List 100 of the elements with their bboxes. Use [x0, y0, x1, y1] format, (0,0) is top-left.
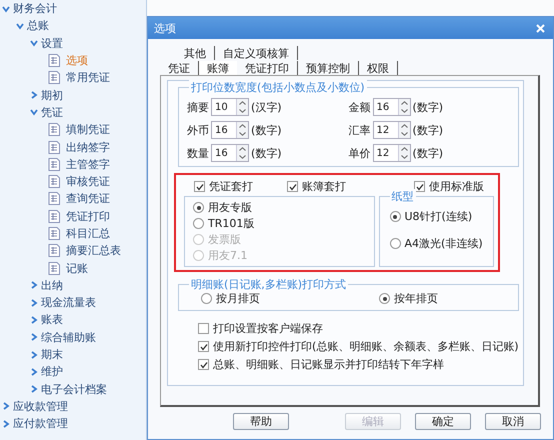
chevron-right-icon[interactable] — [2, 402, 10, 410]
tree-item[interactable]: 记账 — [66, 260, 88, 276]
radio-button[interactable] — [379, 293, 390, 304]
radio-label: U8针打(连续) — [404, 209, 472, 224]
radio-label: TR101版 — [208, 216, 254, 231]
chevron-right-icon[interactable] — [30, 298, 38, 307]
tree-item[interactable]: 维护 — [41, 364, 63, 380]
tree-item[interactable]: 常用凭证 — [66, 70, 110, 86]
chevron-right-icon[interactable] — [30, 385, 38, 394]
spin-up-button[interactable] — [398, 122, 410, 130]
dialog-button[interactable]: 帮助 — [233, 413, 289, 430]
tree-item[interactable]: 应收款管理 — [13, 398, 68, 414]
document-icon — [48, 244, 60, 258]
spin-up-button[interactable] — [236, 145, 248, 153]
checkbox[interactable] — [414, 181, 425, 192]
spin-field[interactable]: 12 — [372, 144, 410, 162]
chevron-right-icon[interactable] — [30, 368, 38, 376]
tab[interactable]: 预算控制 — [298, 61, 359, 75]
tree-item[interactable]: 期末 — [41, 347, 63, 362]
chevron-down-icon[interactable] — [30, 108, 38, 116]
document-icon — [48, 175, 60, 188]
dialog-button[interactable]: 取消 — [485, 413, 541, 430]
spin-down-button[interactable] — [398, 130, 410, 138]
tree-item[interactable]: 主管签字 — [66, 156, 110, 172]
tree-item[interactable]: 财务会计 — [13, 1, 57, 16]
chevron-right-icon[interactable] — [30, 281, 38, 290]
spin-down-button[interactable] — [398, 153, 410, 161]
spin-up-button[interactable] — [236, 99, 248, 107]
tree-item[interactable]: 凭证打印 — [66, 208, 110, 224]
tree-item[interactable]: 出纳签字 — [66, 140, 110, 155]
field-label: 汇率 — [348, 122, 370, 138]
tab[interactable]: 权限 — [359, 61, 398, 75]
checkbox-label: 凭证套打 — [209, 179, 253, 194]
tree-item[interactable]: 电子会计档案 — [41, 382, 107, 397]
radio-button[interactable] — [201, 293, 212, 304]
spin-down-button[interactable] — [398, 107, 410, 115]
spin-down-button[interactable] — [236, 130, 248, 138]
unit-label: (汉字) — [251, 100, 282, 114]
tree-item[interactable]: 现金流量表 — [41, 295, 96, 310]
group-title: 纸型 — [390, 189, 416, 204]
checkbox[interactable] — [198, 359, 209, 370]
checkbox-label: 使用标准版 — [429, 179, 484, 194]
tree-item[interactable]: 设置 — [41, 36, 63, 51]
radio-label: A4激光(非连续) — [404, 236, 483, 251]
tree-item[interactable]: 账表 — [41, 312, 63, 328]
tree-item[interactable]: 出纳 — [41, 278, 63, 293]
group-title: 打印位数宽度(包括小数点及小数位) — [189, 80, 367, 95]
checkbox-label: 总账、明细账、日记账显示并打印结转下年字样 — [213, 357, 444, 372]
checkbox[interactable] — [198, 323, 209, 334]
tree-item[interactable]: 摘要汇总表 — [66, 243, 121, 258]
spin-up-button[interactable] — [236, 122, 248, 130]
chevron-down-icon[interactable] — [16, 22, 24, 30]
tree-item[interactable]: 凭证 — [41, 104, 63, 120]
tree-item[interactable]: 填制凭证 — [66, 122, 110, 138]
tree-item[interactable]: 综合辅助账 — [41, 330, 96, 345]
chevron-right-icon[interactable] — [2, 420, 10, 428]
spin-field[interactable]: 16 — [211, 144, 249, 162]
unit-label: (数字) — [251, 146, 282, 160]
checkbox[interactable] — [198, 341, 209, 352]
radio-button[interactable] — [193, 202, 204, 213]
spin-up-button[interactable] — [398, 99, 410, 107]
chevron-right-icon[interactable] — [30, 333, 38, 342]
radio-label: 用友专版 — [208, 200, 252, 215]
field-label: 数量 — [187, 146, 209, 160]
checkbox[interactable] — [194, 181, 205, 192]
tree-item[interactable]: 科目汇总 — [66, 226, 110, 241]
spin-field[interactable]: 10 — [211, 98, 249, 116]
spin-field[interactable]: 12 — [372, 121, 410, 139]
dialog-button[interactable]: 确定 — [415, 413, 471, 430]
tab[interactable]: 自定义项核算 — [215, 46, 298, 60]
spin-up-button[interactable] — [398, 145, 410, 153]
tree-item[interactable]: 审核凭证 — [66, 174, 110, 190]
tab[interactable]: 凭证打印 — [237, 61, 298, 75]
radio-button[interactable] — [193, 218, 204, 229]
checkbox[interactable] — [287, 181, 298, 192]
field-label: 摘要 — [187, 100, 209, 114]
tab[interactable]: 其他 — [176, 46, 215, 60]
chevron-right-icon[interactable] — [30, 91, 38, 100]
unit-label: (数字) — [412, 146, 444, 160]
checkbox-label: 打印设置按客户端保存 — [213, 321, 323, 336]
tree-item[interactable]: 期初 — [41, 88, 63, 103]
document-icon — [48, 123, 60, 136]
chevron-right-icon[interactable] — [30, 316, 38, 324]
spin-field[interactable]: 16 — [372, 98, 410, 116]
spin-down-button[interactable] — [236, 107, 248, 115]
radio-button[interactable] — [390, 238, 400, 249]
tree-item[interactable]: 总账 — [27, 18, 49, 34]
tree-item[interactable]: 查询凭证 — [66, 191, 110, 206]
chevron-right-icon[interactable] — [30, 350, 38, 359]
spin-field[interactable]: 16 — [211, 121, 249, 139]
close-icon[interactable] — [536, 24, 545, 32]
chevron-down-icon[interactable] — [2, 4, 10, 13]
tree-item[interactable]: 应付款管理 — [13, 416, 68, 432]
document-icon — [48, 192, 60, 206]
spin-down-button[interactable] — [236, 153, 248, 161]
chevron-down-icon[interactable] — [30, 39, 38, 48]
radio-label: 用友7.1 — [208, 248, 248, 263]
tab[interactable]: 账簿 — [199, 61, 237, 75]
document-icon — [48, 262, 60, 275]
radio-button[interactable] — [390, 211, 400, 222]
